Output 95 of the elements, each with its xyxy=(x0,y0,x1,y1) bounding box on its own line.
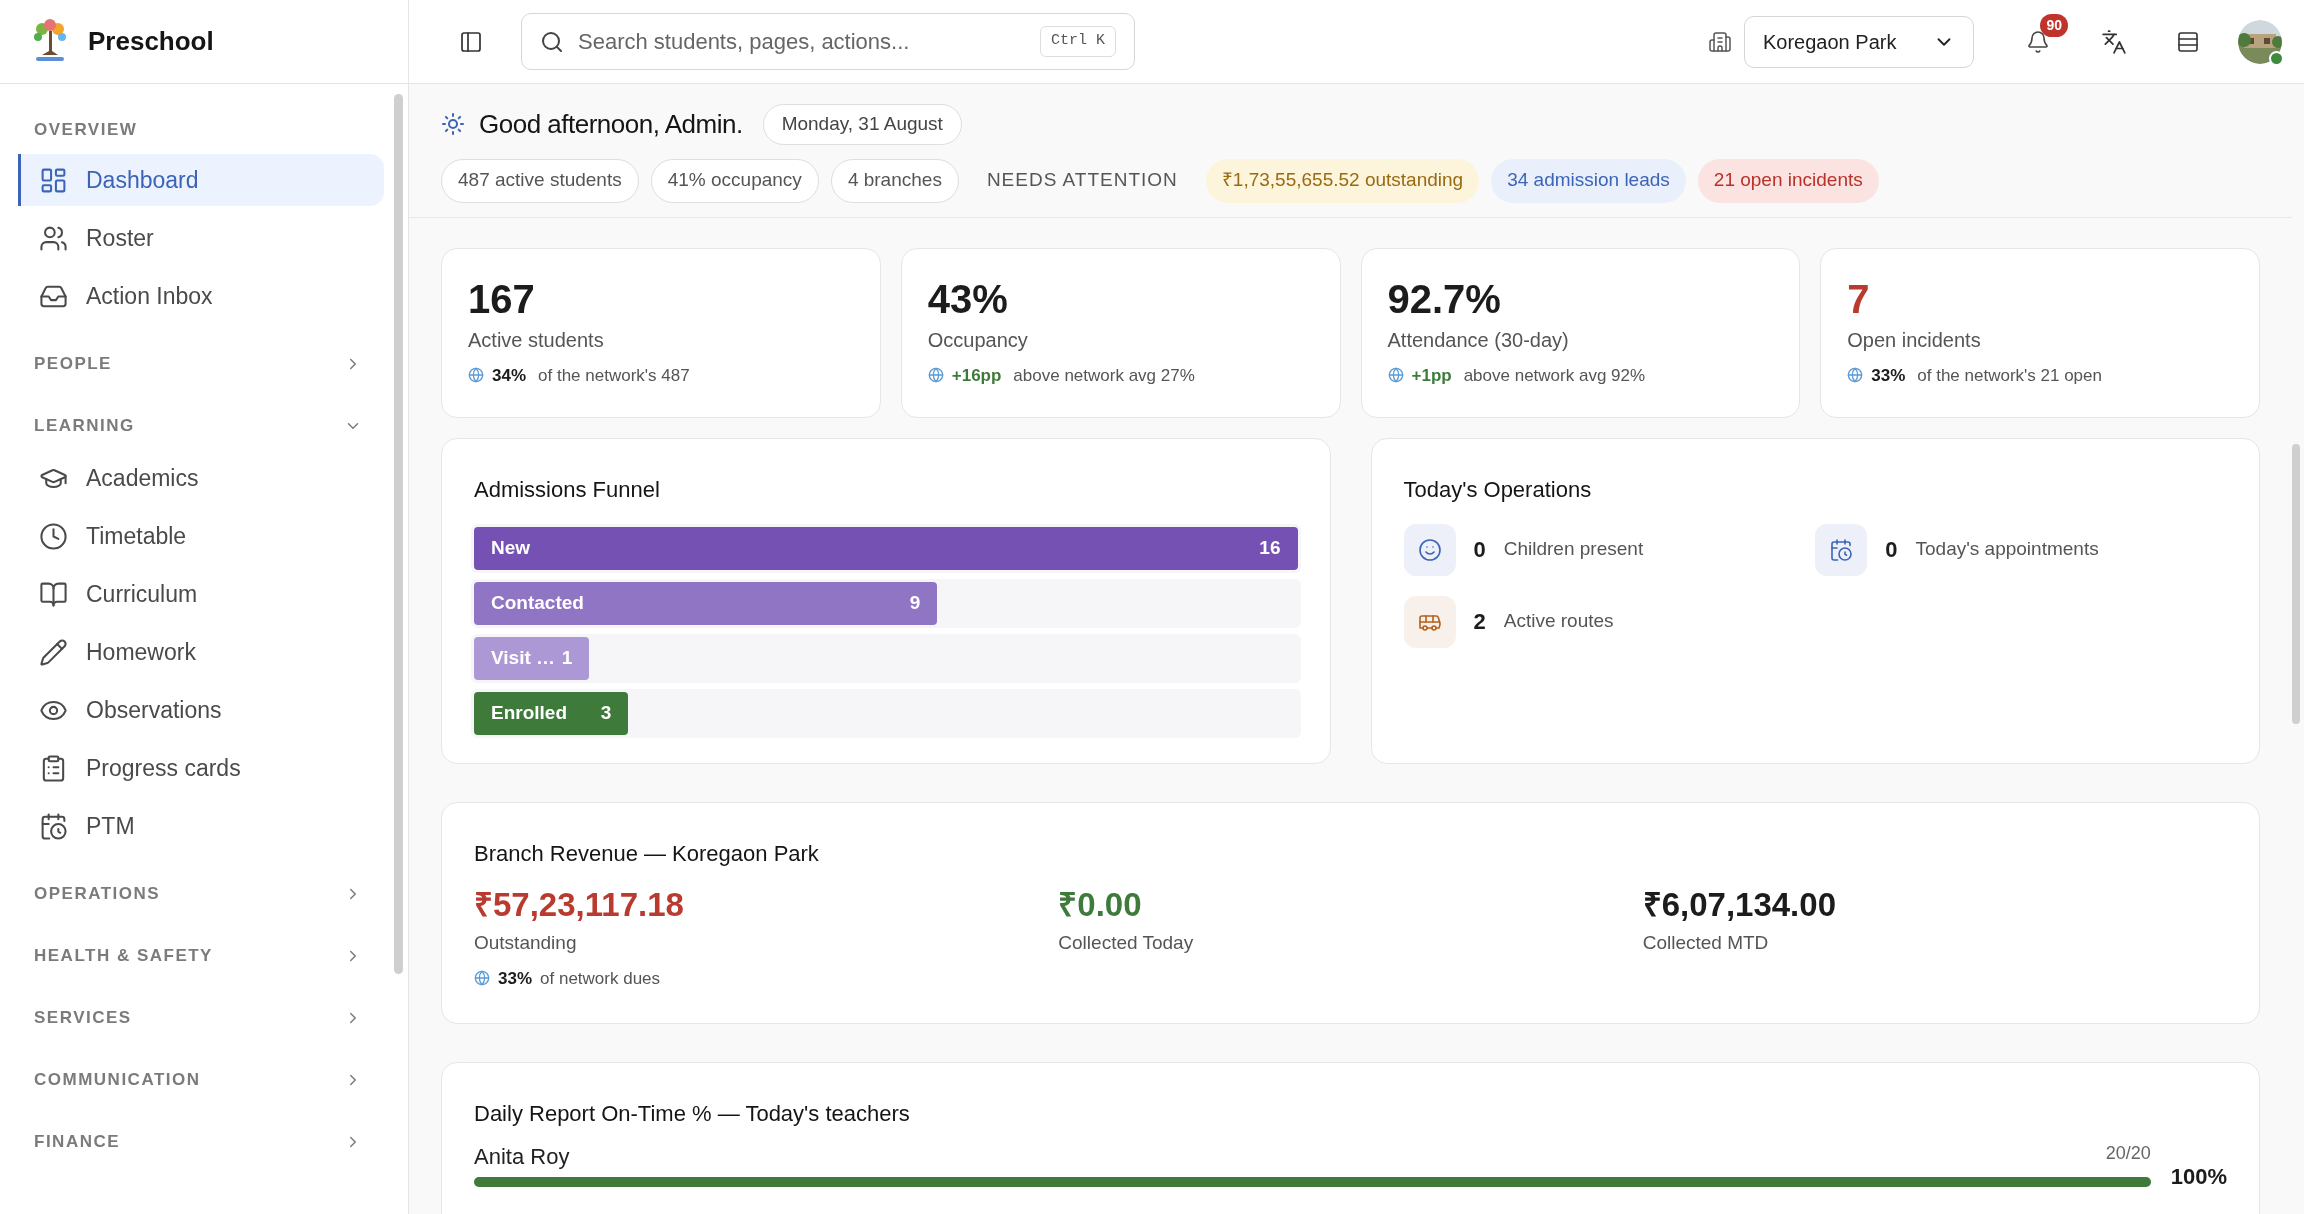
section-heading: OVERVIEW xyxy=(33,119,139,142)
nav-icon xyxy=(39,521,68,551)
nav-item[interactable]: Roster xyxy=(18,212,384,264)
stat-label: Attendance (30-day) xyxy=(1387,327,1570,353)
rows-icon xyxy=(2176,29,2200,54)
stat-value: 43% xyxy=(927,275,1009,323)
summary-chip: ₹1,73,55,655.52 outstanding xyxy=(1205,158,1480,203)
date-pill: Monday, 31 August xyxy=(762,104,962,145)
summary-chip: 41% occupancy xyxy=(650,158,819,203)
revenue-amount: ₹6,07,134.00 xyxy=(1642,884,1837,925)
section-toggle[interactable]: OPERATIONS xyxy=(18,868,384,920)
bell-icon xyxy=(2026,29,2050,54)
report-percent: 100% xyxy=(2170,1162,2227,1191)
report-count: 20/20 xyxy=(2105,1141,2151,1165)
nav-item[interactable]: Observations xyxy=(18,684,384,736)
globe-icon xyxy=(474,970,490,987)
operation-label: Today's appointments xyxy=(1915,537,2099,562)
globe-icon xyxy=(1847,367,1864,384)
section-toggle[interactable]: PEOPLE xyxy=(18,338,384,390)
share-note: of network dues xyxy=(540,967,661,990)
summary-chip: 34 admission leads xyxy=(1491,158,1686,203)
nav-item[interactable]: PTM xyxy=(18,800,384,852)
globe-icon xyxy=(468,367,484,384)
nav-item[interactable]: Curriculum xyxy=(18,568,384,620)
notification-count: 90 xyxy=(2040,13,2068,37)
stage-label: New xyxy=(491,535,531,560)
stat-label: Occupancy xyxy=(927,327,1029,353)
section-toggle[interactable]: FINANCE xyxy=(18,1116,384,1168)
stat-label: Active students xyxy=(468,327,605,353)
stat-delta: 33% xyxy=(1871,364,1906,387)
section-toggle[interactable]: LEARNING xyxy=(18,400,384,452)
stage-label: Contacted xyxy=(491,590,584,615)
stage-count: 9 xyxy=(909,590,921,615)
building-icon xyxy=(1708,29,1732,54)
globe-icon xyxy=(1387,367,1404,384)
nav-item[interactable]: Homework xyxy=(18,626,384,678)
stat-value: 7 xyxy=(1847,275,1871,323)
app-title: Preschool xyxy=(88,25,214,58)
revenue-label: Outstanding xyxy=(474,931,578,955)
stat-value: 92.7% xyxy=(1387,275,1502,323)
nav-item[interactable]: Academics xyxy=(18,452,384,504)
stat-note: above network avg 27% xyxy=(1013,364,1195,387)
operation-label: Active routes xyxy=(1503,609,1614,634)
summary-chip: 4 branches xyxy=(830,158,959,203)
section-toggle[interactable]: COMMUNICATION xyxy=(18,1054,384,1106)
section-toggle[interactable]: SERVICES xyxy=(18,992,384,1044)
nav-item[interactable]: Dashboard xyxy=(18,154,384,206)
card-title: Today's Operations xyxy=(1403,475,1593,504)
stage-count: 16 xyxy=(1259,535,1281,560)
stage-count: 1 xyxy=(561,645,573,670)
operation-count: 2 xyxy=(1473,608,1486,636)
shortcut-key: Ctrl K xyxy=(1040,26,1116,57)
revenue-amount: ₹0.00 xyxy=(1058,884,1143,925)
greeting: Good afternoon, Admin. xyxy=(479,107,743,141)
search-icon xyxy=(540,29,564,54)
revenue-label: Collected Today xyxy=(1058,931,1195,955)
share-value: 33% xyxy=(498,967,533,990)
operation-label: Children present xyxy=(1503,537,1644,562)
revenue-label: Collected MTD xyxy=(1642,931,1770,955)
stat-value: 167 xyxy=(468,275,536,323)
scrollbar-thumb[interactable] xyxy=(394,94,403,974)
stat-delta: +16pp xyxy=(951,364,1002,387)
search-bar[interactable]: Search students, pages, actions... Ctrl K xyxy=(521,13,1135,70)
card-title: Daily Report On-Time % — Today's teachers xyxy=(474,1099,911,1128)
branch-select[interactable]: Koregaon Park xyxy=(1744,15,1974,68)
stat-note: of the network's 21 open xyxy=(1917,364,2102,387)
summary-chip: 21 open incidents xyxy=(1697,158,1879,203)
stat-label: Open incidents xyxy=(1847,327,1982,353)
nav-item[interactable]: Timetable xyxy=(18,510,384,562)
sidebar-panel-icon xyxy=(459,29,483,54)
attention-label: NEEDS ATTENTION xyxy=(985,168,1179,193)
translate-icon xyxy=(2101,28,2127,55)
nav-item[interactable]: Action Inbox xyxy=(18,270,384,322)
scrollbar-thumb[interactable] xyxy=(2292,444,2300,724)
card-title: Branch Revenue — Koregaon Park xyxy=(474,839,820,868)
operation-count: 0 xyxy=(1885,536,1898,564)
stat-delta: +1pp xyxy=(1411,364,1452,387)
stat-note: above network avg 92% xyxy=(1463,364,1646,387)
nav-icon xyxy=(39,811,68,841)
nav-item[interactable]: Progress cards xyxy=(18,742,384,794)
operation-count: 0 xyxy=(1473,536,1486,564)
sun-icon xyxy=(441,112,465,137)
nav-icon xyxy=(39,637,68,667)
stage-label: Enrolled xyxy=(491,700,567,725)
section-toggle[interactable]: HEALTH & SAFETY xyxy=(18,930,384,982)
summary-chip: 487 active students xyxy=(441,158,639,203)
card-title: Admissions Funnel xyxy=(474,475,661,504)
stat-note: of the network's 487 xyxy=(538,364,690,387)
teacher-name: Anita Roy xyxy=(474,1142,570,1171)
stage-label: Visit … xyxy=(491,645,556,670)
stat-delta: 34% xyxy=(492,364,527,387)
stage-count: 3 xyxy=(600,700,612,725)
revenue-amount: ₹57,23,117.18 xyxy=(474,884,685,925)
search-field[interactable]: Search students, pages, actions... xyxy=(578,25,1026,58)
globe-icon xyxy=(927,367,944,384)
